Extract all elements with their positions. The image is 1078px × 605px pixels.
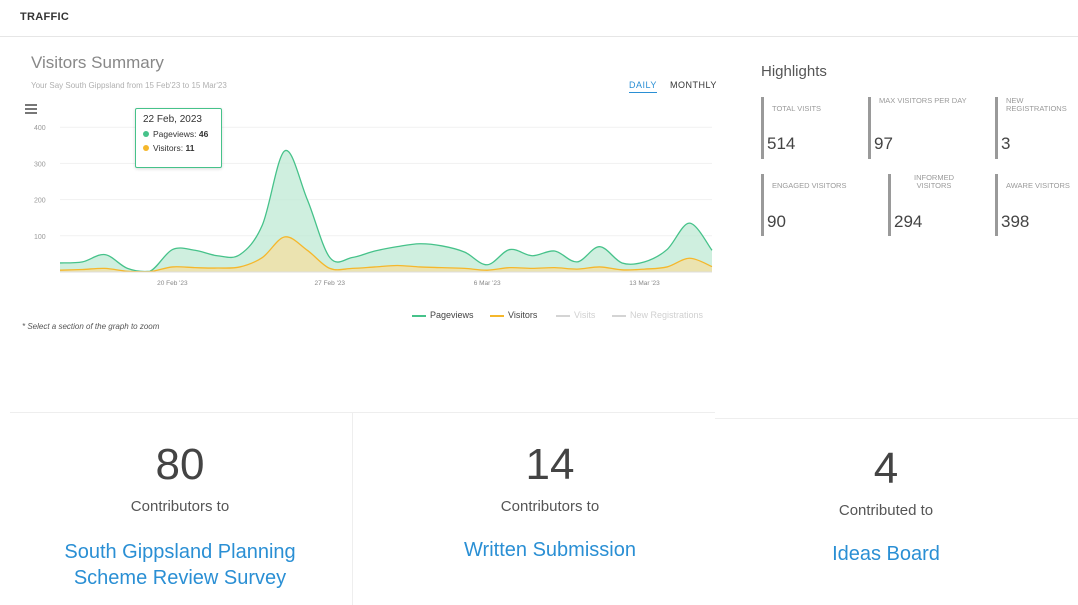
- card-informed-visitors: INFORMED VISITORS 294: [888, 174, 954, 236]
- contribution-link-written-submission[interactable]: Written Submission: [400, 537, 700, 563]
- legend-visits-label: Visits: [574, 310, 596, 320]
- legend-item-visitors[interactable]: Visitors: [490, 310, 537, 320]
- series-area-pageviews: [60, 150, 712, 272]
- card-label: NEW REGISTRATIONS: [1006, 96, 1067, 113]
- contribution-count: 80: [155, 440, 205, 489]
- contribution-caption: Contributed to: [838, 502, 934, 519]
- legend-visits-swatch: [556, 314, 570, 317]
- tooltip-visitors: Visitors: 11: [143, 143, 194, 153]
- card-label: TOTAL VISITS: [772, 104, 822, 113]
- contribution-caption: Contributors to: [130, 498, 230, 515]
- card-label: ENGAGED VISITORS: [772, 181, 847, 190]
- tooltip-pageviews-value: 46: [198, 129, 209, 139]
- card-value: 294: [894, 212, 923, 231]
- section-divider: [10, 412, 715, 413]
- tooltip-pageviews-label: Pageviews:: [153, 129, 197, 139]
- contribution-count: 14: [525, 440, 575, 489]
- contribution-count: 4: [873, 444, 899, 493]
- tooltip-visitors-value: 11: [185, 143, 195, 153]
- traffic-header: TRAFFIC: [0, 0, 1078, 37]
- contribution-survey: 80 Contributors to South Gippsland Plann…: [30, 440, 330, 591]
- card-max-visitors: MAX VISITORS PER DAY 97: [868, 97, 967, 159]
- contribution-link-survey[interactable]: South Gippsland Planning Scheme Review S…: [30, 539, 330, 591]
- legend-pageviews-label: Pageviews: [430, 310, 474, 320]
- pageviews-dot-icon: [143, 131, 149, 137]
- legend-item-new-registrations[interactable]: New Registrations: [612, 310, 703, 320]
- contribution-ideas-board: 4 Contributed to Ideas Board: [736, 444, 1036, 567]
- legend-pageviews-swatch: [412, 314, 426, 317]
- card-value: 90: [767, 212, 786, 231]
- y-tick-label: 300: [34, 161, 46, 168]
- card-label: INFORMED VISITORS: [914, 173, 954, 190]
- section-divider: [715, 418, 1078, 419]
- card-aware-visitors: AWARE VISITORS 398: [995, 174, 1070, 236]
- card-value: 398: [1001, 212, 1030, 231]
- legend-item-pageviews[interactable]: Pageviews: [412, 310, 474, 320]
- column-divider: [352, 412, 353, 605]
- tab-daily[interactable]: DAILY: [629, 80, 657, 93]
- card-value: 514: [767, 134, 796, 153]
- contribution-written-submission: 14 Contributors to Written Submission: [400, 440, 700, 563]
- contribution-caption: Contributors to: [500, 498, 600, 515]
- tooltip-pageviews: Pageviews: 46: [143, 129, 208, 139]
- x-tick-label: 20 Feb '23: [157, 280, 188, 287]
- zoom-note: * Select a section of the graph to zoom: [22, 322, 160, 331]
- legend-registrations-label: New Registrations: [630, 310, 704, 320]
- tooltip-visitors-label: Visitors:: [153, 143, 184, 153]
- card-engaged-visitors: ENGAGED VISITORS 90: [761, 174, 846, 236]
- x-tick-label: 27 Feb '23: [315, 280, 346, 287]
- legend-visitors-swatch: [490, 314, 504, 317]
- card-value: 97: [874, 134, 893, 153]
- visitors-area-chart[interactable]: 400 300 200 100 20 Feb '23 27 Feb '23 6 Mar '2…: [0, 100, 720, 300]
- card-total-visits: TOTAL VISITS 514: [761, 97, 821, 159]
- contribution-link-ideas-board[interactable]: Ideas Board: [736, 541, 1036, 567]
- legend-visitors-label: Visitors: [508, 310, 538, 320]
- card-value: 3: [1001, 134, 1011, 153]
- y-tick-label: 100: [34, 234, 46, 241]
- chart-title: Visitors Summary: [31, 53, 164, 72]
- highlights-title: Highlights: [761, 63, 827, 80]
- y-tick-label: 400: [34, 125, 46, 132]
- y-tick-label: 200: [34, 198, 46, 205]
- chart-subtitle: Your Say South Gippsland from 15 Feb'23 …: [31, 81, 227, 90]
- x-tick-label: 6 Mar '23: [474, 280, 501, 287]
- section-title: TRAFFIC: [20, 11, 70, 23]
- x-tick-label: 13 Mar '23: [629, 280, 660, 287]
- chart-tooltip: 22 Feb, 2023 Pageviews: 46 Visitors: 11: [135, 108, 222, 168]
- tooltip-date: 22 Feb, 2023: [143, 114, 202, 125]
- tab-monthly[interactable]: MONTHLY: [670, 80, 717, 90]
- card-label: AWARE VISITORS: [1006, 181, 1070, 190]
- legend-item-visits[interactable]: Visits: [556, 310, 595, 320]
- card-new-registrations: NEW REGISTRATIONS 3: [995, 97, 1067, 159]
- card-label: MAX VISITORS PER DAY: [879, 96, 967, 105]
- legend-registrations-swatch: [612, 314, 626, 317]
- visitors-dot-icon: [143, 145, 149, 151]
